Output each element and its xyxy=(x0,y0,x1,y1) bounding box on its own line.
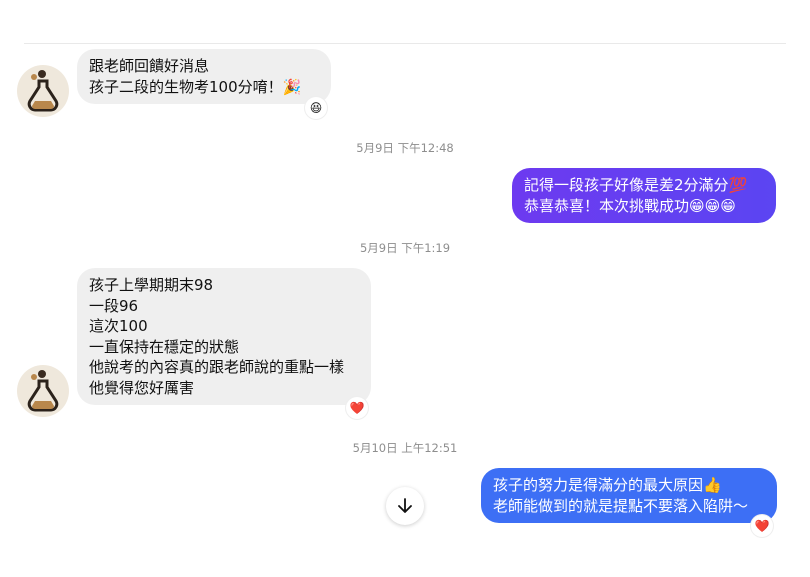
flask-avatar-icon xyxy=(27,70,59,112)
avatar[interactable] xyxy=(17,365,69,417)
arrow-down-icon xyxy=(398,498,412,513)
reaction-emoji[interactable]: 😆 xyxy=(305,97,327,119)
divider-line xyxy=(24,43,786,44)
avatar[interactable] xyxy=(17,65,69,117)
flask-avatar-icon xyxy=(27,370,59,412)
reaction-emoji[interactable]: ❤️ xyxy=(751,515,773,537)
message-bubble-incoming[interactable]: 孩子上學期期末98 一段96 這次100 一直保持在穩定的狀態 他說考的內容真的… xyxy=(77,268,371,405)
timestamp: 5月9日 下午12:48 xyxy=(356,141,454,155)
message-bubble-outgoing[interactable]: 記得一段孩子好像是差2分滿分💯 恭喜恭喜！本次挑戰成功😁😁😁 xyxy=(512,168,776,223)
scroll-to-bottom-button[interactable] xyxy=(386,487,424,525)
message-bubble-outgoing[interactable]: 孩子的努力是得滿分的最大原因👍 老師能做到的就是提點不要落入陷阱～ xyxy=(481,468,777,523)
timestamp: 5月10日 上午12:51 xyxy=(352,441,458,455)
timestamp: 5月9日 下午1:19 xyxy=(359,241,451,255)
reaction-emoji[interactable]: ❤️ xyxy=(346,397,368,419)
message-bubble-incoming[interactable]: 跟老師回饋好消息 孩子二段的生物考100分唷！🎉 xyxy=(77,49,331,104)
